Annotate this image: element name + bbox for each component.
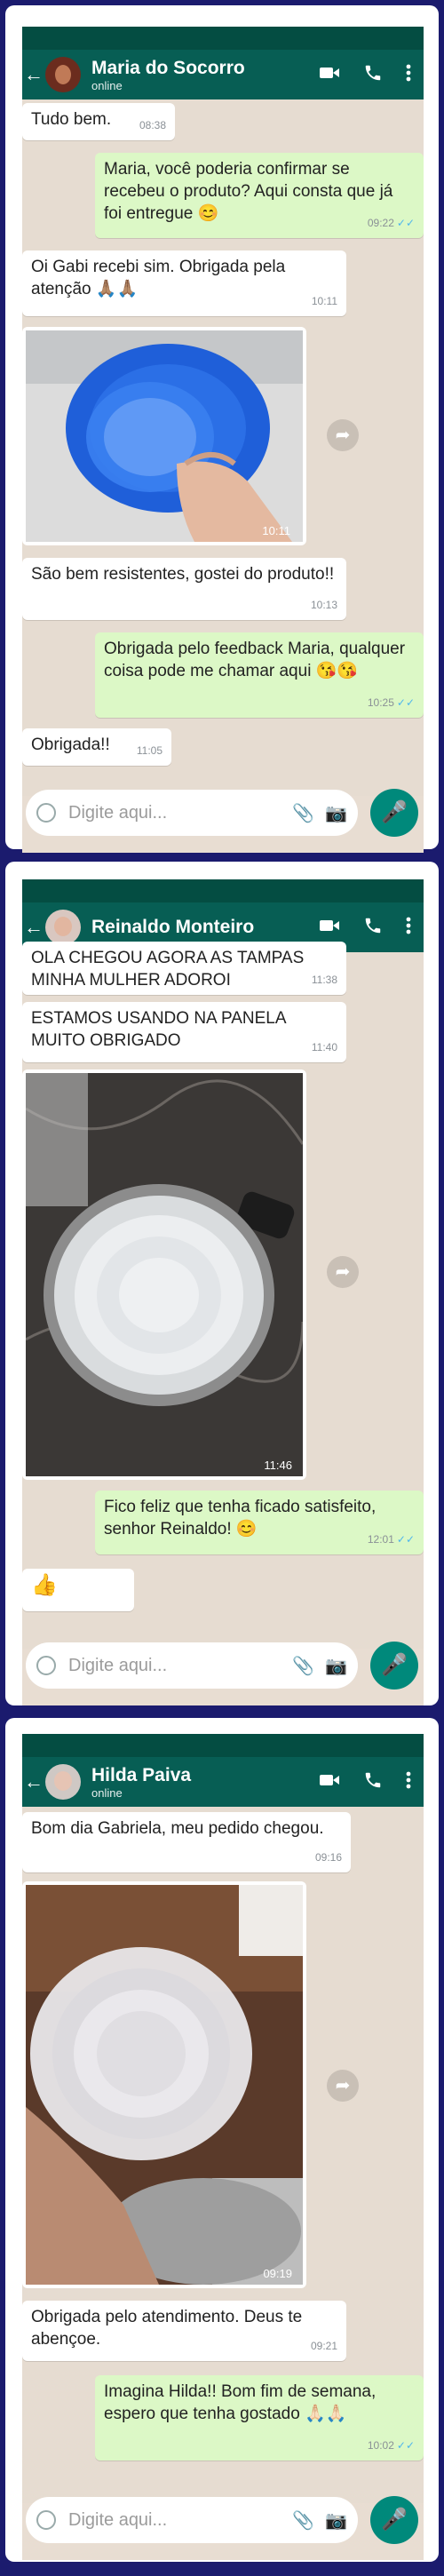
avatar[interactable] (45, 57, 81, 92)
video-camera-icon[interactable] (319, 918, 340, 937)
chat-window-2: ← Reinaldo Monteiro OLA CHEGOU AGORA AS … (22, 879, 424, 1705)
photo-lid-on-pan: 11:46 (25, 1073, 305, 1476)
phone-icon[interactable] (363, 916, 383, 940)
more-vert-icon[interactable] (406, 1770, 411, 1794)
input-placeholder: Digite aqui... (68, 1655, 168, 1675)
input-placeholder: Digite aqui... (68, 2509, 168, 2530)
avatar[interactable] (45, 910, 81, 945)
compose-bar: Digite aqui... 📎 📷 🎤 (22, 783, 424, 842)
message-list: Bom dia Gabriela, meu pedido chegou. 09:… (22, 1807, 424, 2503)
message-incoming[interactable]: 👍 (22, 1569, 134, 1611)
arrow-left-icon[interactable]: ← (22, 916, 45, 939)
message-time: 11:38 (311, 974, 337, 986)
compose-bar: Digite aqui... 📎 📷 🎤 (22, 1636, 424, 1695)
message-time: 11:40 (311, 1041, 337, 1053)
double-check-icon: ✓✓ (396, 696, 415, 709)
message-time: 08:38 (139, 119, 166, 131)
video-camera-icon[interactable] (319, 66, 340, 84)
double-check-icon: ✓✓ (396, 2439, 415, 2452)
message-list: Tudo bem. 08:38 Maria, você poderia conf… (22, 99, 424, 796)
arrow-left-icon[interactable]: ← (22, 1770, 45, 1793)
image-message[interactable]: 11:46 (22, 1069, 306, 1480)
message-outgoing[interactable]: Maria, você poderia confirmar se recebeu… (95, 153, 424, 238)
message-outgoing[interactable]: Fico feliz que tenha ficado satisfeito, … (95, 1491, 424, 1554)
photo-lids-on-table: 10:11 (26, 330, 303, 542)
camera-icon[interactable]: 📷 (325, 2509, 347, 2532)
forward-share-icon[interactable]: ➦ (327, 419, 359, 451)
smiley-icon[interactable] (36, 2510, 56, 2530)
avatar[interactable] (45, 1764, 81, 1800)
message-incoming[interactable]: Bom dia Gabriela, meu pedido chegou. 09:… (22, 1812, 351, 1872)
message-incoming[interactable]: OLA CHEGOU AGORA AS TAMPAS MINHA MULHER … (22, 942, 346, 995)
message-time: 10:13 (310, 599, 337, 611)
compose-bar: Digite aqui... 📎 📷 🎤 (22, 2491, 424, 2549)
message-time: 10:02 (367, 2439, 394, 2452)
more-vert-icon[interactable] (406, 916, 411, 940)
message-incoming[interactable]: Obrigada!! 11:05 (22, 728, 171, 766)
contact-status: online (91, 1785, 123, 1800)
contact-name[interactable]: Hilda Paiva (91, 1765, 319, 1786)
contact-name[interactable]: Maria do Socorro (91, 58, 319, 79)
message-outgoing[interactable]: Obrigada pelo feedback Maria, qualquer c… (95, 632, 424, 718)
contact-name[interactable]: Reinaldo Monteiro (91, 917, 319, 938)
microphone-icon[interactable]: 🎤 (370, 1642, 418, 1690)
paperclip-icon[interactable]: 📎 (292, 802, 314, 824)
message-time: 10:11 (311, 295, 337, 307)
microphone-icon[interactable]: 🎤 (370, 789, 418, 837)
svg-text:11:46: 11:46 (264, 1459, 292, 1472)
image-message[interactable]: 10:11 (22, 327, 306, 545)
svg-text:09:19: 09:19 (263, 2267, 292, 2280)
chat-header: ← Hilda Paiva online (22, 1757, 424, 1807)
more-vert-icon[interactable] (406, 63, 411, 87)
status-bar (22, 879, 424, 902)
phone-icon[interactable] (363, 63, 383, 87)
smiley-icon[interactable] (36, 803, 56, 823)
status-bar (22, 27, 424, 50)
contact-status: online (91, 78, 123, 92)
video-camera-icon[interactable] (319, 1773, 340, 1792)
forward-share-icon[interactable]: ➦ (327, 1256, 359, 1288)
chat-header: ← Maria do Socorro online (22, 50, 424, 99)
paperclip-icon[interactable]: 📎 (292, 2509, 314, 2532)
svg-text:10:11: 10:11 (262, 524, 290, 537)
chat-window-3: ← Hilda Paiva online Bom dia Gabriela, m… (22, 1734, 424, 2560)
message-input[interactable]: Digite aqui... 📎 📷 (26, 2497, 358, 2543)
message-incoming[interactable]: Tudo bem. 08:38 (22, 103, 175, 140)
message-list: OLA CHEGOU AGORA AS TAMPAS MINHA MULHER … (22, 942, 424, 1649)
status-bar (22, 1734, 424, 1757)
camera-icon[interactable]: 📷 (325, 802, 347, 824)
message-incoming[interactable]: Obrigada pelo atendimento. Deus te abenç… (22, 2301, 346, 2361)
message-outgoing[interactable]: Imagina Hilda!! Bom fim de semana, esper… (95, 2375, 424, 2461)
chat-window-1: ← Maria do Socorro online Tudo bem. 08:3… (22, 27, 424, 853)
microphone-icon[interactable]: 🎤 (370, 2496, 418, 2544)
message-time: 10:25 (367, 696, 394, 709)
photo-hand-holding-lid: 09:19 (26, 1885, 303, 2285)
camera-icon[interactable]: 📷 (325, 1655, 347, 1677)
image-message[interactable]: 09:19 (22, 1881, 306, 2288)
smiley-icon[interactable] (36, 1656, 56, 1675)
message-time: 09:22 (367, 217, 394, 229)
message-incoming[interactable]: ESTAMOS USANDO NA PANELA MUITO OBRIGADO … (22, 1002, 346, 1062)
arrow-left-icon[interactable]: ← (22, 63, 45, 86)
input-placeholder: Digite aqui... (68, 802, 168, 823)
paperclip-icon[interactable]: 📎 (292, 1655, 314, 1677)
message-input[interactable]: Digite aqui... 📎 📷 (26, 1642, 358, 1689)
message-incoming[interactable]: São bem resistentes, gostei do produto!!… (22, 558, 346, 620)
double-check-icon: ✓✓ (396, 1533, 415, 1546)
double-check-icon: ✓✓ (396, 217, 415, 229)
message-incoming[interactable]: Oi Gabi recebi sim. Obrigada pela atençã… (22, 250, 346, 316)
message-input[interactable]: Digite aqui... 📎 📷 (26, 790, 358, 836)
message-time: 12:01 (367, 1533, 394, 1546)
message-time: 11:05 (136, 744, 163, 757)
message-time: 09:21 (310, 2340, 337, 2352)
message-time: 09:16 (314, 1851, 342, 1864)
forward-share-icon[interactable]: ➦ (327, 2070, 359, 2102)
phone-icon[interactable] (363, 1770, 383, 1794)
